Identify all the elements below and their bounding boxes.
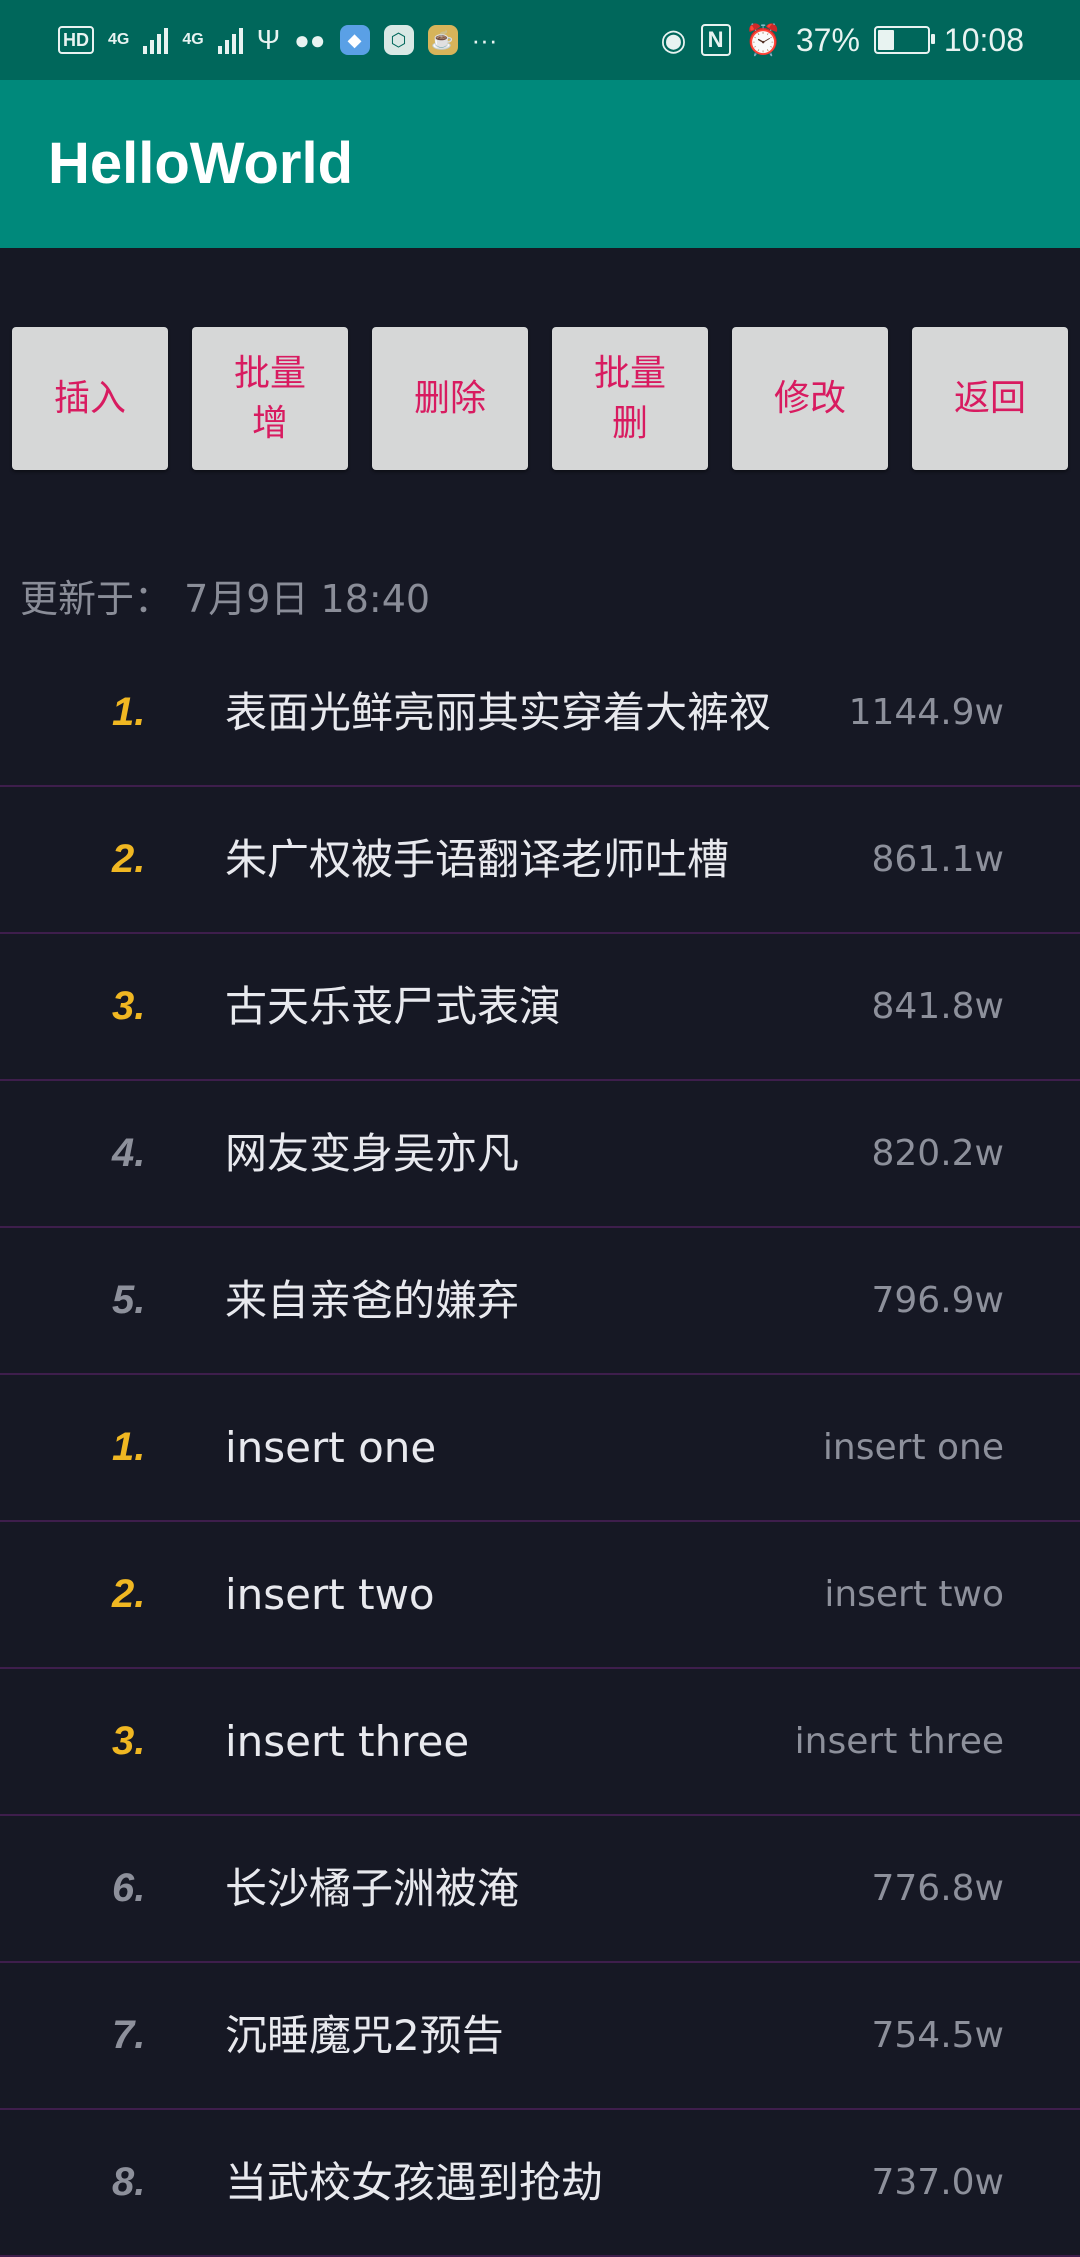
- usb-icon: Ψ: [256, 24, 281, 55]
- signal-bars-icon: [217, 26, 243, 54]
- list-item[interactable]: 4. 网友变身吴亦凡 820.2w: [0, 1081, 1080, 1228]
- list-item-rank: 5.: [112, 1278, 146, 1322]
- list-item-title: 网友变身吴亦凡: [225, 1129, 520, 1178]
- list-item-rank: 2.: [112, 1572, 146, 1616]
- edit-button-label: 修改: [773, 377, 846, 419]
- list-item[interactable]: 3. 古天乐丧尸式表演 841.8w: [0, 934, 1080, 1081]
- status-bar-left: HD 4G 4G Ψ ●● ◆ ⬡ ☕ ···: [58, 18, 498, 62]
- network-type-label: 4G: [182, 31, 204, 48]
- list-item-title: insert two: [225, 1570, 435, 1619]
- list-item-value: 754.5w: [871, 2015, 1004, 2056]
- list-item-rank: 1.: [112, 1425, 146, 1469]
- list-item-rank: 7.: [112, 2013, 146, 2057]
- list-item-title: 表面光鲜亮丽其实穿着大裤衩: [225, 688, 772, 737]
- batch-delete-button-label: 批量删: [593, 352, 666, 444]
- list-item-value: insert one: [822, 1427, 1004, 1468]
- app-title: HelloWorld: [48, 131, 354, 196]
- list-item[interactable]: 8. 当武校女孩遇到抢劫 737.0w: [0, 2110, 1080, 2257]
- nfc-icon: N: [700, 24, 731, 56]
- list-item-value: 861.1w: [871, 839, 1004, 880]
- signal-bars-icon: [143, 26, 169, 54]
- delete-button[interactable]: 删除: [372, 327, 528, 470]
- app-bar: HelloWorld: [0, 80, 1080, 248]
- back-button[interactable]: 返回: [912, 327, 1068, 470]
- list-item-value: 796.9w: [871, 1280, 1004, 1321]
- list-item[interactable]: 6. 长沙橘子洲被淹 776.8w: [0, 1816, 1080, 1963]
- list-item-title: 朱广权被手语翻译老师吐槽: [225, 835, 730, 884]
- list-item-title: insert three: [225, 1717, 470, 1766]
- list-item-title: 当武校女孩遇到抢劫: [225, 2158, 604, 2207]
- list-item-title: 沉睡魔咒2预告: [225, 2011, 504, 2060]
- list-item[interactable]: 1. insert one insert one: [0, 1375, 1080, 1522]
- list-item-rank: 6.: [112, 1866, 146, 1910]
- hot-search-list: 1. 表面光鲜亮丽其实穿着大裤衩 1144.9w 2. 朱广权被手语翻译老师吐槽…: [0, 640, 1080, 2257]
- eye-comfort-icon: ◉: [660, 23, 687, 57]
- list-item[interactable]: 1. 表面光鲜亮丽其实穿着大裤衩 1144.9w: [0, 640, 1080, 787]
- battery-percent: 37%: [795, 21, 860, 58]
- wechat-icon: ●●: [294, 24, 326, 55]
- list-item-title: insert one: [225, 1423, 437, 1472]
- list-item-rank: 8.: [112, 2160, 146, 2204]
- more-icon: ···: [471, 24, 498, 55]
- list-item-value: 737.0w: [871, 2162, 1004, 2203]
- network-type-label: 4G: [108, 31, 130, 48]
- app-icon: ◆: [339, 25, 370, 55]
- update-time-value: 7月9日 18:40: [184, 577, 431, 621]
- list-item-title: 来自亲爸的嫌弃: [225, 1276, 520, 1325]
- list-item-value: 841.8w: [871, 986, 1004, 1027]
- list-item-rank: 3.: [112, 1719, 146, 1763]
- list-item[interactable]: 2. 朱广权被手语翻译老师吐槽 861.1w: [0, 787, 1080, 934]
- list-item-title: 古天乐丧尸式表演: [225, 982, 562, 1031]
- batch-add-button-label: 批量增: [233, 352, 306, 444]
- signal-4g-icon: 4G: [182, 32, 203, 48]
- app-icon: ☕: [427, 25, 458, 55]
- status-bar: HD 4G 4G Ψ ●● ◆ ⬡ ☕ ··· ◉ N ⏰ 37% 10:08: [0, 0, 1080, 80]
- app-icon: ⬡: [383, 25, 414, 55]
- list-item-value: insert three: [794, 1721, 1004, 1762]
- list-item[interactable]: 2. insert two insert two: [0, 1522, 1080, 1669]
- edit-button[interactable]: 修改: [732, 327, 888, 470]
- list-item[interactable]: 5. 来自亲爸的嫌弃 796.9w: [0, 1228, 1080, 1375]
- batch-delete-button[interactable]: 批量删: [552, 327, 708, 470]
- delete-button-label: 删除: [413, 377, 486, 419]
- list-item-value: 776.8w: [871, 1868, 1004, 1909]
- list-item-rank: 3.: [112, 984, 146, 1028]
- list-item-title: 长沙橘子洲被淹: [225, 1864, 520, 1913]
- list-item-value: 820.2w: [871, 1133, 1004, 1174]
- list-item-rank: 4.: [112, 1131, 146, 1175]
- back-button-label: 返回: [953, 377, 1026, 419]
- hd-icon: HD: [58, 26, 94, 54]
- action-button-row: 插入 批量增 删除 批量删 修改 返回: [12, 327, 1068, 470]
- list-item[interactable]: 7. 沉睡魔咒2预告 754.5w: [0, 1963, 1080, 2110]
- update-time-label: 更新于：: [20, 577, 173, 621]
- list-item-value: insert two: [824, 1574, 1004, 1615]
- list-item-value: 1144.9w: [848, 692, 1004, 733]
- insert-button-label: 插入: [53, 377, 126, 419]
- list-item-rank: 1.: [112, 690, 146, 734]
- battery-fill: [877, 30, 894, 50]
- update-time: 更新于： 7月9日 18:40: [20, 568, 430, 623]
- signal-4g-icon: 4G: [108, 32, 129, 48]
- alarm-icon: ⏰: [744, 23, 782, 57]
- battery-icon: [873, 26, 935, 54]
- insert-button[interactable]: 插入: [12, 327, 168, 470]
- status-bar-right: ◉ N ⏰ 37% 10:08: [660, 18, 1024, 62]
- clock: 10:08: [943, 21, 1024, 58]
- list-item-rank: 2.: [112, 837, 146, 881]
- batch-add-button[interactable]: 批量增: [192, 327, 348, 470]
- list-item[interactable]: 3. insert three insert three: [0, 1669, 1080, 1816]
